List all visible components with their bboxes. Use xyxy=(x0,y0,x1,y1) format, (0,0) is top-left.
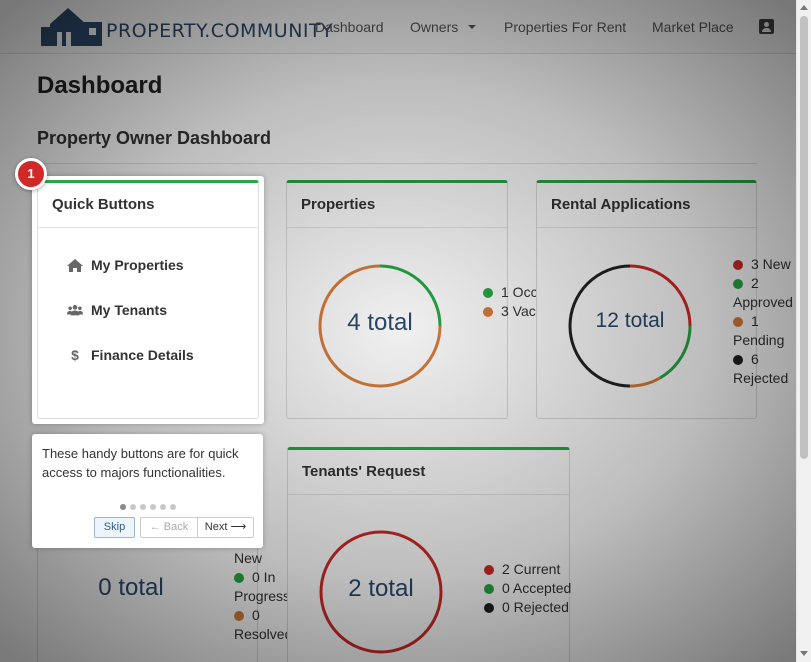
rental-total: 12 total xyxy=(595,309,665,332)
top-navbar: PROPERTY.COMMUNITY Dashboard Owners Prop… xyxy=(0,0,796,54)
tour-tooltip: These handy buttons are for quick access… xyxy=(32,434,263,548)
account-box-icon[interactable] xyxy=(759,19,774,34)
tenants-request-card-title: Tenants' Request xyxy=(288,450,569,495)
tour-tooltip-text: These handy buttons are for quick access… xyxy=(42,446,239,480)
orange-dot-icon xyxy=(483,307,493,317)
page-title: Dashboard xyxy=(37,72,163,99)
properties-total: 4 total xyxy=(347,309,413,336)
black-dot-icon xyxy=(484,603,494,613)
nav-market-place[interactable]: Market Place xyxy=(652,19,734,35)
quick-buttons-title: Quick Buttons xyxy=(38,183,258,228)
rental-legend: 3 New 2 Approved 1 Pending 6 Rejected xyxy=(733,255,797,388)
nav-owners-label: Owners xyxy=(410,19,459,35)
tour-step-dot[interactable] xyxy=(129,504,136,510)
tour-step-dot[interactable] xyxy=(149,504,156,510)
rental-applications-card-title: Rental Applications xyxy=(537,183,756,228)
skip-button[interactable]: Skip xyxy=(94,517,135,538)
orange-dot-icon xyxy=(234,611,244,621)
legend-item: 0 Accepted xyxy=(484,579,571,598)
users-icon xyxy=(67,302,83,318)
tenants-legend: 2 Current 0 Accepted 0 Rejected xyxy=(484,560,571,617)
back-button[interactable]: ← Back xyxy=(141,518,198,537)
properties-donut: 4 total xyxy=(317,263,443,389)
divider xyxy=(37,163,757,164)
legend-item: 3 New xyxy=(733,255,797,274)
scroll-up-arrow-icon[interactable] xyxy=(800,5,808,10)
quick-buttons-card: Quick Buttons My Properties My Tenants $… xyxy=(37,180,259,419)
house-logo-icon xyxy=(41,8,102,46)
tour-step-dot[interactable] xyxy=(119,504,126,510)
legend-item: 1 Pending xyxy=(733,313,785,348)
caret-down-icon xyxy=(468,25,477,29)
quick-button-label: Finance Details xyxy=(91,346,194,363)
maintenance-total: 0 total xyxy=(98,574,164,601)
home-icon xyxy=(67,257,83,273)
rental-donut: 12 total xyxy=(567,263,693,389)
dollar-icon: $ xyxy=(71,346,79,363)
tour-step-dot[interactable] xyxy=(159,504,166,510)
quick-buttons-list: My Properties My Tenants $ Finance Detai… xyxy=(38,228,258,377)
logo-text: PROPERTY.COMMUNITY xyxy=(106,20,334,42)
green-dot-icon xyxy=(234,573,244,583)
orange-dot-icon xyxy=(733,317,743,327)
tour-highlight: Quick Buttons My Properties My Tenants $… xyxy=(32,176,264,424)
quick-button-label: My Properties xyxy=(91,256,184,273)
scroll-down-arrow-icon[interactable] xyxy=(800,651,808,656)
green-dot-icon xyxy=(484,584,494,594)
tenants-total: 2 total xyxy=(348,575,414,602)
black-dot-icon xyxy=(733,355,743,365)
legend-item: 0 Rejected xyxy=(484,598,571,617)
quick-button-my-properties[interactable]: My Properties xyxy=(38,242,258,287)
nav-owners[interactable]: Owners xyxy=(410,19,477,35)
tour-step-badge: 1 xyxy=(15,158,47,190)
tour-progress-dots xyxy=(32,497,263,515)
nav-properties-for-rent[interactable]: Properties For Rent xyxy=(504,19,626,35)
legend-item: 6 Rejected xyxy=(733,351,789,386)
properties-card: Properties 4 total 1 Occupied 3 Vacant xyxy=(286,180,572,419)
brand-logo[interactable]: PROPERTY.COMMUNITY xyxy=(41,6,333,46)
legend-item: 2 Current xyxy=(484,560,571,579)
tour-step-dot[interactable] xyxy=(169,504,176,510)
green-dot-icon xyxy=(733,279,743,289)
red-dot-icon xyxy=(484,565,494,575)
tenants-donut: 2 total xyxy=(318,529,444,655)
quick-button-finance-details[interactable]: $ Finance Details xyxy=(38,332,258,377)
quick-button-my-tenants[interactable]: My Tenants xyxy=(38,287,258,332)
nav-dashboard[interactable]: Dashboard xyxy=(315,19,384,35)
vertical-scrollbar[interactable] xyxy=(796,0,811,662)
rental-applications-card: Rental Applications 12 total 3 New 2 App… xyxy=(536,180,793,419)
red-dot-icon xyxy=(733,260,743,270)
legend-item: 2 Approved xyxy=(733,275,793,310)
scrollbar-thumb[interactable] xyxy=(800,16,808,459)
quick-button-label: My Tenants xyxy=(91,301,167,318)
page-subtitle: Property Owner Dashboard xyxy=(37,128,272,148)
tenants-request-card: Tenants' Request 2 total 2 Current 0 Acc… xyxy=(287,447,571,662)
properties-card-title: Properties xyxy=(287,183,507,228)
tour-step-dot[interactable] xyxy=(139,504,146,510)
next-button[interactable]: Next ⟶ xyxy=(198,518,253,537)
green-dot-icon xyxy=(483,288,493,298)
tour-nav-buttons: ← Back Next ⟶ xyxy=(140,517,254,538)
